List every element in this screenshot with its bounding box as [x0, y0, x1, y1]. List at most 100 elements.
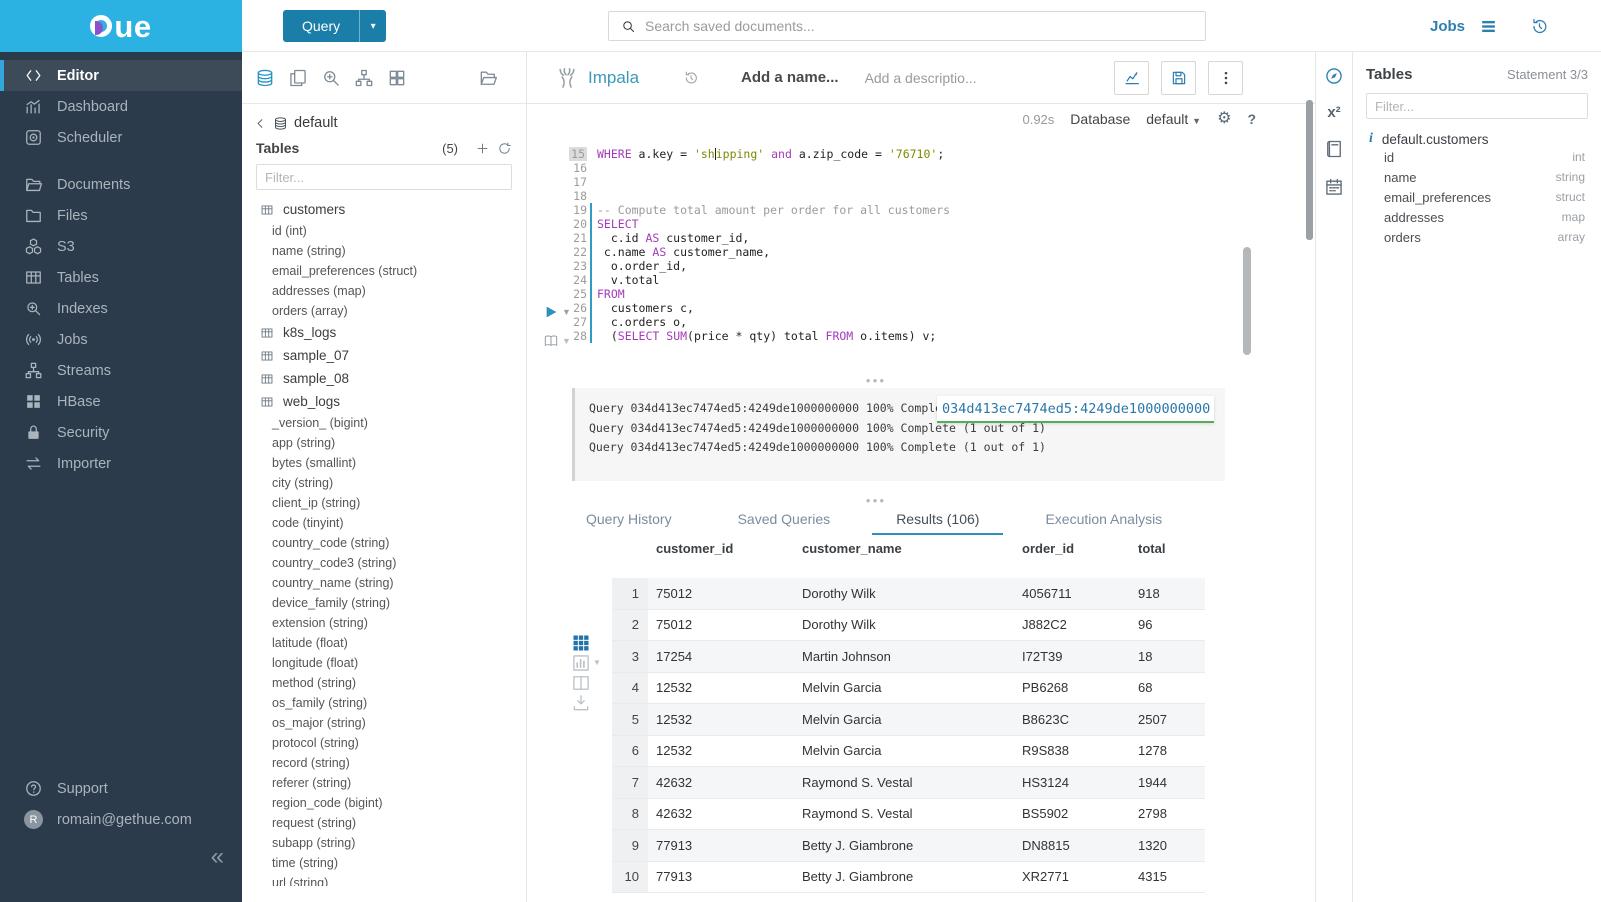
assist-column[interactable]: country_code (string)	[242, 533, 526, 553]
log-resize-handle[interactable]: ●●●	[527, 376, 1225, 385]
assist-column[interactable]: city (string)	[242, 473, 526, 493]
assist-column[interactable]: bytes (smallint)	[242, 453, 526, 473]
assist-column[interactable]: id (int)	[242, 221, 526, 241]
new-query-button[interactable]: Query ▾	[283, 10, 386, 42]
assist-column[interactable]: code (tinyint)	[242, 513, 526, 533]
sidebar-item-hbase[interactable]: HBase	[0, 386, 242, 417]
query-button-label[interactable]: Query	[283, 10, 359, 42]
sidebar-item-user[interactable]: R romain@gethue.com	[0, 804, 242, 835]
table-row[interactable]: 317254Martin JohnsonI72T3918	[612, 641, 1205, 673]
assist-column[interactable]: method (string)	[242, 673, 526, 693]
assist-column[interactable]: subapp (string)	[242, 833, 526, 853]
language-reference-icon[interactable]	[1324, 139, 1344, 159]
add-table-icon[interactable]	[475, 141, 490, 156]
breadcrumb[interactable]: default	[254, 115, 526, 131]
execute-button[interactable]: ▼	[543, 304, 571, 320]
documents-copy-icon[interactable]	[288, 68, 308, 88]
folder-open-icon[interactable]	[478, 68, 498, 88]
settings-gear-icon[interactable]: ⚙	[1217, 111, 1231, 127]
sidebar-item-documents[interactable]: Documents	[0, 169, 242, 200]
assist-column[interactable]: addresses (map)	[242, 281, 526, 301]
tab-saved-queries[interactable]: Saved Queries	[714, 505, 855, 535]
sidebar-item-dashboard[interactable]: Dashboard	[0, 91, 242, 122]
sidebar-item-s3[interactable]: S3	[0, 231, 242, 262]
download-icon[interactable]	[571, 693, 591, 713]
assist-column[interactable]: email_preferences (struct)	[242, 261, 526, 281]
sql-code-editor[interactable]: 15WHERE a.key = 'shipping' and a.zip_cod…	[527, 147, 1235, 343]
query-id-tooltip[interactable]: 034d413ec7474ed5:4249de1000000000	[937, 396, 1214, 423]
assist-column[interactable]: os_major (string)	[242, 713, 526, 733]
results-header-customer_name[interactable]: customer_name	[794, 535, 1014, 578]
sidebar-item-security[interactable]: Security	[0, 417, 242, 448]
sidebar-item-importer[interactable]: Importer	[0, 448, 242, 479]
assist-column[interactable]: client_ip (string)	[242, 493, 526, 513]
zoom-in-icon[interactable]	[321, 68, 341, 88]
info-icon[interactable]: i	[1369, 131, 1373, 147]
results-header-total[interactable]: total	[1130, 535, 1205, 578]
assist-table-k8s_logs[interactable]: k8s_logs	[242, 321, 526, 344]
assist-column[interactable]: orders (array)	[242, 301, 526, 321]
results-resize-handle[interactable]: ●●●	[527, 496, 1225, 505]
query-dropdown-caret[interactable]: ▾	[359, 10, 386, 42]
assist-table-sample_07[interactable]: sample_07	[242, 344, 526, 367]
tab-query-history[interactable]: Query History	[562, 505, 696, 535]
document-search[interactable]	[608, 11, 1206, 41]
active-table-name[interactable]: default.customers	[1382, 132, 1489, 147]
explain-options-caret[interactable]: ▼	[562, 336, 571, 346]
chevron-left-icon[interactable]	[254, 117, 267, 130]
jobs-link[interactable]: Jobs	[1430, 18, 1465, 35]
table-row[interactable]: 742632Raymond S. VestalHS31241944	[612, 767, 1205, 799]
query-description-field[interactable]: Add a descriptio...	[865, 70, 977, 86]
table-filter[interactable]	[256, 164, 512, 190]
chart-button[interactable]	[1114, 61, 1149, 95]
assist-column[interactable]: time (string)	[242, 853, 526, 873]
table-row[interactable]: 842632Raymond S. VestalBS59022798	[612, 799, 1205, 831]
assist-column[interactable]: request (string)	[242, 813, 526, 833]
tab-results-106-[interactable]: Results (106)	[872, 505, 1003, 535]
assist-column[interactable]: referer (string)	[242, 773, 526, 793]
assist-column[interactable]: _version_ (bigint)	[242, 413, 526, 433]
schedule-icon[interactable]	[1324, 177, 1344, 197]
more-actions-button[interactable]	[1208, 61, 1243, 95]
explain-button[interactable]: ▼	[543, 333, 571, 349]
sidebar-item-scheduler[interactable]: Scheduler	[0, 122, 242, 153]
help-icon[interactable]: ?	[1247, 111, 1256, 127]
assist-column[interactable]: name (string)	[242, 241, 526, 261]
sidebar-item-support[interactable]: Support	[0, 773, 242, 804]
sidebar-item-tables[interactable]: Tables	[0, 262, 242, 293]
search-input[interactable]	[645, 18, 1205, 34]
column-item-name[interactable]: namestring	[1353, 167, 1601, 187]
refresh-icon[interactable]	[497, 141, 512, 156]
assist-column[interactable]: country_code3 (string)	[242, 553, 526, 573]
editor-scrollbar[interactable]	[1243, 247, 1251, 355]
functions-icon[interactable]: x²	[1327, 104, 1340, 121]
table-row[interactable]: 512532Melvin GarciaB8623C2507	[612, 704, 1205, 736]
assist-column[interactable]: latitude (float)	[242, 633, 526, 653]
sidebar-item-jobs[interactable]: Jobs	[0, 324, 242, 355]
table-filter-input[interactable]	[256, 164, 512, 190]
grid-view-icon[interactable]	[571, 633, 591, 653]
columns-view-icon[interactable]	[571, 673, 591, 693]
assist-column[interactable]: region_code (bigint)	[242, 793, 526, 813]
collapse-sidebar-button[interactable]: «	[211, 845, 224, 869]
right-filter[interactable]	[1366, 93, 1588, 119]
assist-column[interactable]: extension (string)	[242, 613, 526, 633]
apps-grid-icon[interactable]	[387, 68, 407, 88]
execute-options-caret[interactable]: ▼	[562, 307, 571, 317]
sidebar-item-indexes[interactable]: Indexes	[0, 293, 242, 324]
column-item-addresses[interactable]: addressesmap	[1353, 207, 1601, 227]
column-item-orders[interactable]: ordersarray	[1353, 227, 1601, 247]
active-table[interactable]: i default.customers	[1369, 131, 1601, 147]
hue-logo[interactable]: ue	[0, 0, 242, 52]
chart-options-caret[interactable]: ▼	[593, 658, 601, 667]
sitemap-icon[interactable]	[354, 68, 374, 88]
query-history-icon[interactable]	[683, 70, 699, 86]
table-row[interactable]: 275012Dorothy WilkJ882C296	[612, 610, 1205, 642]
assist-column[interactable]: url (string)	[242, 873, 526, 886]
table-row[interactable]: 977913Betty J. GiambroneDN88151320	[612, 830, 1205, 862]
databases-icon[interactable]	[255, 68, 275, 88]
assist-column[interactable]: longitude (float)	[242, 653, 526, 673]
history-icon[interactable]	[1530, 17, 1549, 36]
sidebar-item-files[interactable]: Files	[0, 200, 242, 231]
jobs-list-icon[interactable]	[1479, 17, 1498, 36]
